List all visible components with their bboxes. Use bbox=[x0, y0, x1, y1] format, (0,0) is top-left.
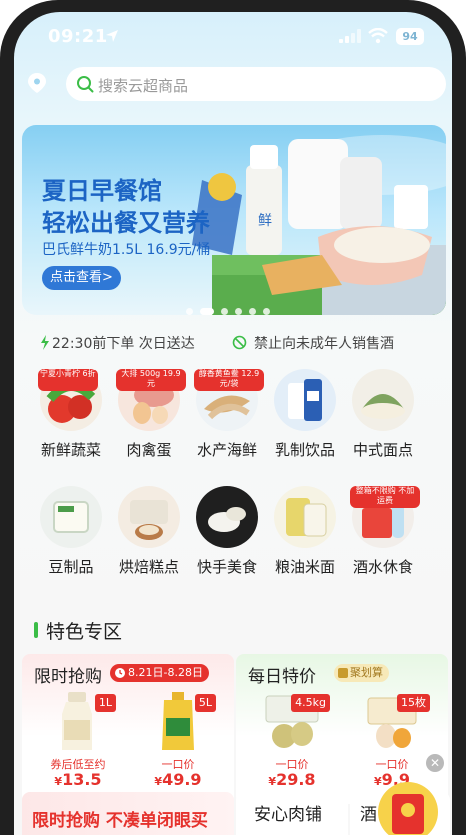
category-label: 水产海鲜 bbox=[196, 441, 257, 459]
quick-food-icon bbox=[196, 486, 258, 548]
category-seafood[interactable]: 醇香黄鱼鲞 12.9元/袋 水产海鲜 bbox=[190, 369, 264, 469]
banner-dot[interactable] bbox=[235, 308, 242, 315]
product-size-badge: 1L bbox=[94, 694, 116, 712]
banner-pagination bbox=[186, 300, 277, 315]
daily-special-tag: 聚划算 bbox=[334, 664, 389, 682]
section-title: 特色专区 bbox=[46, 621, 123, 643]
location-pin-icon[interactable] bbox=[26, 72, 48, 94]
product-price: ¥49.9 bbox=[154, 770, 202, 789]
wifi-icon bbox=[368, 28, 388, 44]
category-dairy[interactable]: 乳制饮品 bbox=[268, 369, 342, 469]
category-label: 肉禽蛋 bbox=[126, 441, 172, 459]
dumpling-icon bbox=[352, 369, 414, 431]
product-size-badge: 15枚 bbox=[397, 694, 430, 712]
category-quick-meals[interactable]: 快手美食 bbox=[190, 486, 264, 586]
promo-card[interactable]: 限时抢购 不凑单闭眼买 bbox=[22, 792, 234, 835]
status-time: 09:21 bbox=[48, 26, 108, 47]
notice-bar: 22:30前下单 次日送达 禁止向未成年人销售酒 bbox=[14, 327, 452, 357]
banner-title-line1: 夏日早餐馆 bbox=[42, 177, 162, 205]
tag-icon bbox=[338, 668, 348, 678]
category-label: 粮油米面 bbox=[274, 558, 335, 576]
svg-text:鲜: 鲜 bbox=[258, 213, 272, 229]
search-bar[interactable]: 搜索云超商品 bbox=[66, 67, 446, 101]
category-promo-tag: 醇香黄鱼鲞 12.9元/袋 bbox=[194, 369, 264, 391]
category-label: 豆制品 bbox=[48, 558, 94, 576]
category-meat-egg[interactable]: 大排 500g 19.9元 肉禽蛋 bbox=[112, 369, 186, 469]
category-promo-tag: 大排 500g 19.9元 bbox=[116, 369, 186, 391]
red-envelope-icon[interactable] bbox=[376, 780, 440, 835]
category-vegetables[interactable]: 宁夏小青柠 6折 新鲜蔬菜 bbox=[34, 369, 108, 469]
product-price: ¥29.8 bbox=[268, 770, 316, 789]
daily-special-title: 每日特价 bbox=[248, 667, 316, 687]
lightning-icon bbox=[41, 335, 49, 350]
flash-sale-card[interactable]: 限时抢购 8.21日-8.28日 1L 券后低至约 ¥13.5 5L 一口价 ¥… bbox=[22, 654, 234, 804]
status-bar: 09:21 94 bbox=[14, 26, 452, 56]
app-screen: 09:21 94 搜索云超商品 鲜 夏日早餐馆 轻松出餐又营养 巴氏鲜牛奶1.5… bbox=[14, 12, 452, 835]
product-size-badge: 4.5kg bbox=[291, 694, 330, 712]
category-dim-sum[interactable]: 中式面点 bbox=[346, 369, 420, 469]
flash-sale-title: 限时抢购 bbox=[34, 667, 102, 687]
meat-shop-card[interactable]: 安心肉铺 bbox=[236, 792, 348, 835]
section-accent-bar bbox=[34, 622, 38, 638]
category-label: 酒水休食 bbox=[352, 558, 413, 576]
category-label: 中式面点 bbox=[352, 441, 413, 459]
banner-dot[interactable] bbox=[200, 308, 214, 315]
banner-subtitle: 巴氏鲜牛奶1.5L 16.9元/桶 bbox=[42, 242, 211, 258]
milk-icon bbox=[274, 369, 336, 431]
category-promo-tag: 宁夏小青柠 6折 bbox=[38, 369, 98, 391]
category-grain-oil[interactable]: 粮油米面 bbox=[268, 486, 342, 586]
banner-dot[interactable] bbox=[263, 308, 270, 315]
tofu-icon bbox=[40, 486, 102, 548]
category-label: 乳制饮品 bbox=[274, 441, 335, 459]
category-label: 快手美食 bbox=[196, 558, 257, 576]
restriction-notice: 禁止向未成年人销售酒 bbox=[254, 336, 394, 352]
phone-frame: 09:21 94 搜索云超商品 鲜 夏日早餐馆 轻松出餐又营养 巴氏鲜牛奶1.5… bbox=[0, 0, 466, 835]
banner-title-line2: 轻松出餐又营养 bbox=[42, 209, 210, 237]
category-label: 烘焙糕点 bbox=[118, 558, 179, 576]
product-item[interactable]: 4.5kg 一口价 ¥29.8 bbox=[246, 690, 338, 800]
banner-dot[interactable] bbox=[221, 308, 228, 315]
product-price: ¥13.5 bbox=[54, 770, 102, 789]
signal-icon bbox=[339, 29, 361, 43]
search-placeholder: 搜索云超商品 bbox=[98, 77, 189, 95]
product-size-badge: 5L bbox=[194, 694, 216, 712]
category-label: 新鲜蔬菜 bbox=[40, 441, 101, 459]
category-drinks[interactable]: 整箱不限购 不加运费 酒水休食 bbox=[346, 486, 420, 586]
banner-dot[interactable] bbox=[249, 308, 256, 315]
grain-oil-icon bbox=[274, 486, 336, 548]
promo-banner[interactable]: 鲜 夏日早餐馆 轻松出餐又营养 巴氏鲜牛奶1.5L 16.9元/桶 点击查看> bbox=[22, 125, 446, 315]
battery-icon: 94 bbox=[396, 28, 424, 45]
location-arrow-icon bbox=[106, 30, 118, 42]
banner-cta-button[interactable]: 点击查看> bbox=[42, 266, 121, 290]
clock-icon bbox=[115, 668, 125, 678]
product-item[interactable]: 5L 一口价 ¥49.9 bbox=[132, 690, 224, 800]
bakery-icon bbox=[118, 486, 180, 548]
search-icon bbox=[77, 76, 94, 93]
close-icon[interactable]: ✕ bbox=[426, 754, 444, 772]
banner-dot[interactable] bbox=[186, 308, 193, 315]
category-promo-tag: 整箱不限购 不加运费 bbox=[350, 486, 420, 508]
prohibited-icon bbox=[232, 335, 247, 350]
product-item[interactable]: 1L 券后低至约 ¥13.5 bbox=[32, 690, 124, 800]
flash-sale-date-pill: 8.21日-8.28日 bbox=[110, 664, 209, 682]
delivery-notice: 22:30前下单 次日送达 bbox=[52, 336, 195, 352]
category-tofu[interactable]: 豆制品 bbox=[34, 486, 108, 586]
category-bakery[interactable]: 烘焙糕点 bbox=[112, 486, 186, 586]
